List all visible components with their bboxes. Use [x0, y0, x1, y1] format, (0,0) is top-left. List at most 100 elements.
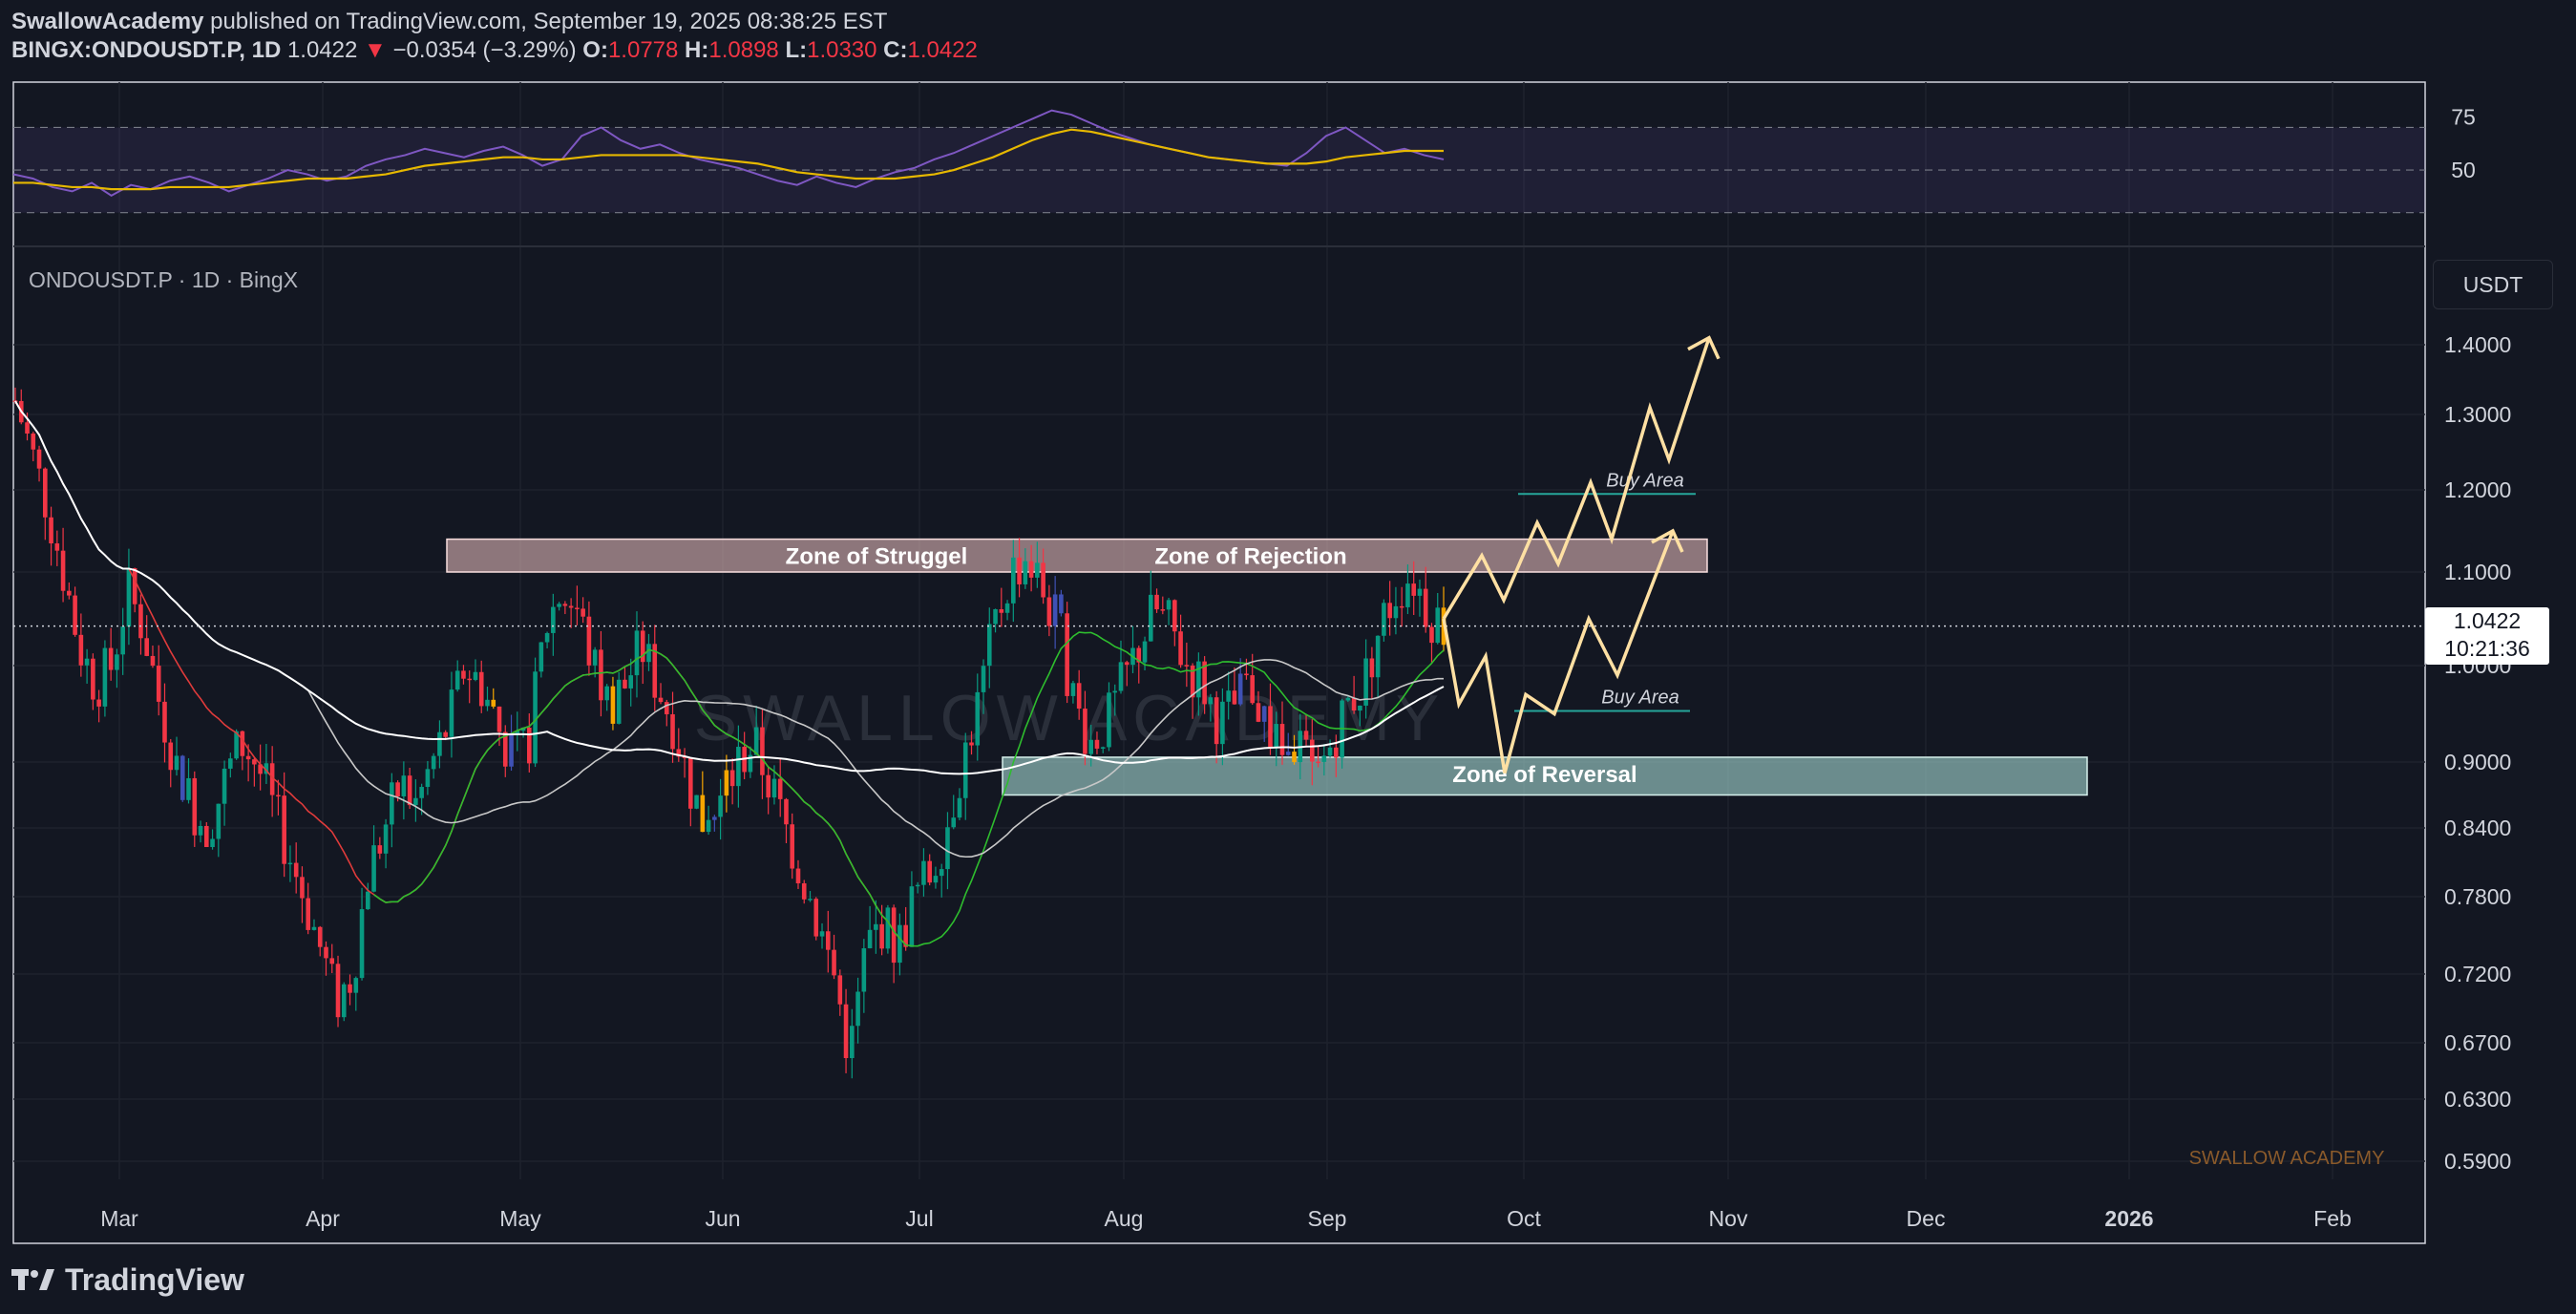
- candle-body: [1154, 594, 1159, 610]
- candle-body: [1046, 597, 1052, 626]
- buy-area-label: Buy Area: [1601, 687, 1679, 708]
- candle-body: [300, 877, 305, 899]
- candle-body: [73, 595, 77, 635]
- candle-body: [335, 964, 341, 1018]
- candle-body: [581, 608, 585, 617]
- candle-body: [975, 691, 981, 746]
- candle-body: [557, 604, 561, 607]
- candle-body: [1405, 583, 1410, 607]
- candle-body: [700, 795, 706, 833]
- candle-body: [359, 909, 365, 979]
- current-price-tag: 1.0422 10:21:36: [2425, 607, 2549, 665]
- candle-body: [664, 702, 669, 714]
- candle-body: [1358, 705, 1362, 711]
- candle-body: [623, 679, 627, 689]
- candle-body: [1107, 692, 1111, 748]
- candle-body: [413, 797, 418, 806]
- candle-body: [1094, 739, 1100, 749]
- candle-body: [371, 845, 376, 892]
- candle-body: [1076, 683, 1082, 710]
- price-tick-label: 0.6700: [2444, 1030, 2511, 1055]
- candle-body: [437, 731, 442, 756]
- candle-body: [909, 886, 915, 947]
- price-tick-label: 1.2000: [2444, 477, 2511, 502]
- candle-body: [431, 755, 436, 770]
- candle-body: [366, 891, 370, 910]
- price-tick-label: 0.6300: [2444, 1087, 2511, 1112]
- time-tick-label: Dec: [1907, 1206, 1946, 1231]
- candle-body: [1148, 594, 1153, 642]
- candle-body: [753, 727, 759, 755]
- candle-body: [395, 782, 400, 796]
- candle-body: [1237, 673, 1243, 705]
- candle-body: [891, 907, 897, 964]
- candle-body: [1004, 603, 1010, 613]
- candle-body: [933, 876, 939, 883]
- candle-body: [1345, 697, 1351, 701]
- chart-canvas[interactable]: 75501.40001.30001.20001.10001.00000.9000…: [0, 0, 2576, 1314]
- candle-body: [718, 795, 723, 817]
- candle-body: [144, 638, 150, 656]
- candle-body: [42, 468, 48, 518]
- candle-body: [575, 607, 580, 609]
- candle-body: [1232, 690, 1237, 705]
- candle-body: [282, 795, 286, 864]
- candle-body: [1268, 706, 1273, 748]
- candle-body: [1035, 562, 1040, 578]
- price-tick-label: 0.7800: [2444, 884, 2511, 909]
- candle-body: [760, 727, 765, 775]
- candle-body: [986, 624, 992, 667]
- brand-footer[interactable]: TradingView: [11, 1261, 244, 1299]
- candle-body: [287, 862, 293, 865]
- candle-body: [939, 869, 944, 877]
- candle-body: [832, 949, 836, 976]
- time-tick-label: Sep: [1308, 1206, 1347, 1231]
- candle-body: [1261, 706, 1267, 722]
- candle-body: [1316, 761, 1320, 764]
- candle-body: [1208, 697, 1214, 705]
- candle-body: [861, 948, 867, 992]
- candle-body: [795, 868, 801, 884]
- candle-body: [324, 946, 328, 959]
- candle-body: [91, 658, 95, 700]
- candle-body: [1220, 701, 1225, 745]
- candle-body: [186, 777, 191, 800]
- candle-body: [551, 606, 556, 633]
- candle-body: [1411, 583, 1417, 596]
- price-tag-value: 1.0422: [2453, 608, 2522, 633]
- candle-body: [1118, 662, 1124, 691]
- candle-body: [407, 775, 412, 806]
- brand-name: TradingView: [65, 1261, 244, 1297]
- candle-body: [790, 824, 795, 869]
- candle-body: [1279, 724, 1285, 755]
- candle-body: [174, 755, 179, 771]
- candle-body: [120, 626, 125, 655]
- price-tick-label: 1.3000: [2444, 402, 2511, 427]
- rsi-tick-label: 50: [2451, 158, 2476, 182]
- candle-body: [1399, 605, 1404, 608]
- candle-body: [67, 590, 72, 596]
- candle-body: [150, 655, 156, 667]
- candle-body: [766, 774, 771, 798]
- candle-body: [1382, 603, 1386, 636]
- candle-body: [461, 670, 466, 679]
- candle-body: [879, 923, 884, 949]
- currency-button[interactable]: USDT: [2433, 260, 2553, 309]
- candle-body: [1334, 747, 1339, 758]
- candle-body: [628, 675, 634, 689]
- zone-struggle-label: Zone of Struggel: [786, 544, 968, 570]
- candle-body: [473, 671, 478, 681]
- candle-body: [276, 795, 281, 797]
- candle-body: [78, 634, 84, 666]
- candle-body: [610, 686, 616, 724]
- candle-body: [478, 671, 484, 707]
- candle-body: [1011, 557, 1016, 604]
- candle-body: [108, 647, 114, 670]
- candle-body: [616, 679, 622, 724]
- candle-body: [49, 517, 53, 544]
- candle-body: [957, 797, 962, 818]
- candle-body: [993, 608, 998, 625]
- candle-body: [915, 884, 920, 887]
- candle-body: [449, 689, 454, 737]
- candle-body: [293, 862, 299, 878]
